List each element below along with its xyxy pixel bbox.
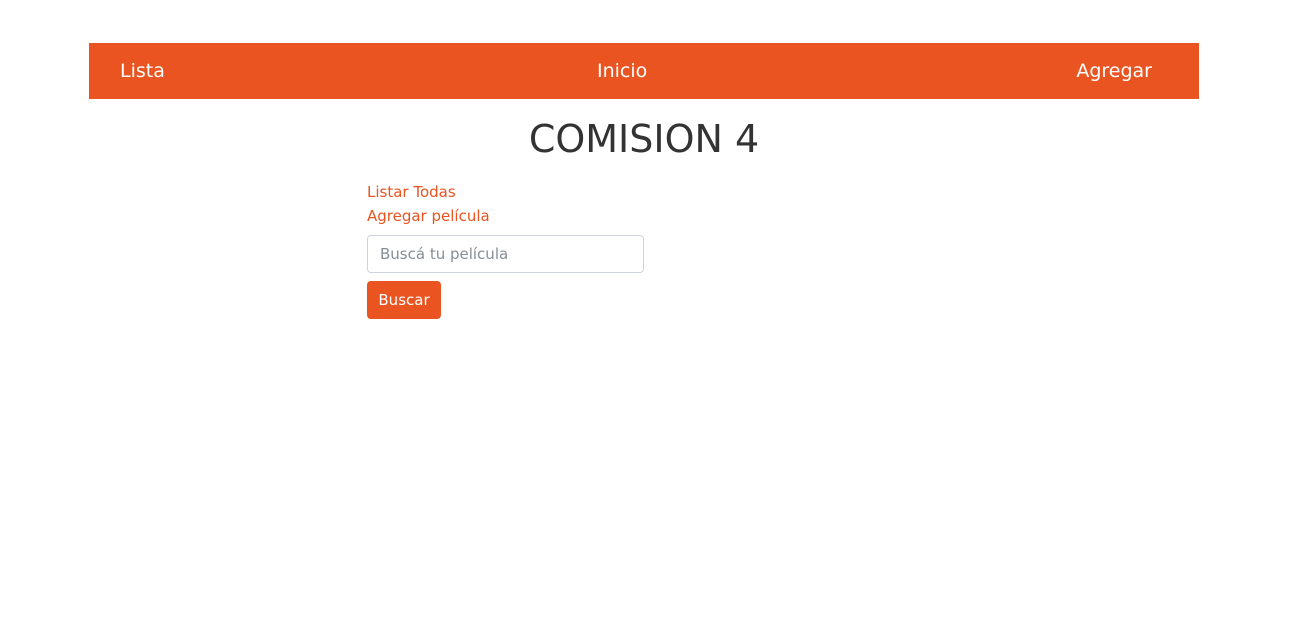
page-title: COMISION 4 xyxy=(528,117,760,161)
search-input[interactable] xyxy=(367,235,644,273)
nav-link-agregar[interactable]: Agregar xyxy=(1076,43,1152,99)
list-all-link[interactable]: Listar Todas xyxy=(367,180,657,204)
search-button[interactable]: Buscar xyxy=(367,281,441,319)
nav-link-lista[interactable]: Lista xyxy=(120,43,165,99)
top-navbar: Lista Inicio Agregar xyxy=(89,43,1199,99)
main-content: Listar Todas Agregar película Buscar xyxy=(367,180,657,319)
nav-link-inicio[interactable]: Inicio xyxy=(597,43,647,99)
add-movie-link[interactable]: Agregar película xyxy=(367,204,657,228)
